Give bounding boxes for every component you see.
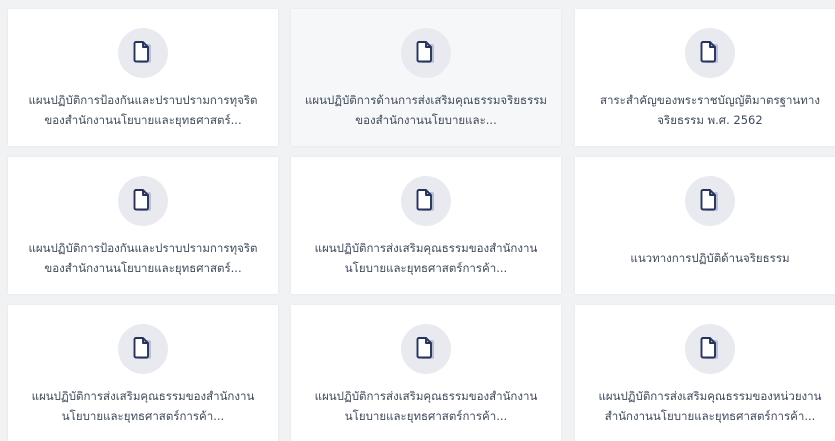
document-icon: [685, 324, 735, 374]
document-title: แนวทางการปฏิบัติด้านจริยธรรม: [630, 251, 790, 265]
document-title: แผนปฏิบัติการด้านการส่งเสริมคุณธรรมจริยธ…: [304, 93, 548, 127]
document-title: สาระสำคัญของพระราชบัญญัติมาตรฐานทางจริยธ…: [600, 93, 820, 127]
document-icon: [118, 28, 168, 78]
document-card[interactable]: แผนปฏิบัติการส่งเสริมคุณธรรมของหน่วยงาน …: [575, 305, 835, 441]
document-icon: [118, 324, 168, 374]
document-card[interactable]: แผนปฏิบัติการส่งเสริมคุณธรรมของสำนักงานน…: [291, 157, 561, 294]
document-icon: [118, 176, 168, 226]
document-title: แผนปฏิบัติการส่งเสริมคุณธรรมของหน่วยงาน …: [598, 389, 822, 423]
document-title: แผนปฏิบัติการส่งเสริมคุณธรรมของสำนักงานน…: [31, 389, 255, 423]
document-icon: [401, 28, 451, 78]
document-grid: แผนปฏิบัติการป้องกันและปราบปรามการทุจริต…: [0, 0, 835, 441]
document-card[interactable]: แผนปฏิบัติการป้องกันและปราบปรามการทุจริต…: [8, 157, 278, 294]
document-card[interactable]: แผนปฏิบัติการส่งเสริมคุณธรรมของสำนักงานน…: [291, 305, 561, 441]
document-card[interactable]: สาระสำคัญของพระราชบัญญัติมาตรฐานทางจริยธ…: [575, 9, 835, 146]
document-icon: [401, 324, 451, 374]
document-card[interactable]: แผนปฏิบัติการด้านการส่งเสริมคุณธรรมจริยธ…: [291, 9, 561, 146]
document-icon: [685, 28, 735, 78]
document-card[interactable]: แผนปฏิบัติการส่งเสริมคุณธรรมของสำนักงานน…: [8, 305, 278, 441]
document-card[interactable]: แนวทางการปฏิบัติด้านจริยธรรม: [575, 157, 835, 294]
document-title: แผนปฏิบัติการป้องกันและปราบปรามการทุจริต…: [28, 241, 258, 275]
document-title: แผนปฏิบัติการป้องกันและปราบปรามการทุจริต…: [28, 93, 258, 127]
document-icon: [401, 176, 451, 226]
document-card[interactable]: แผนปฏิบัติการป้องกันและปราบปรามการทุจริต…: [8, 9, 278, 146]
document-title: แผนปฏิบัติการส่งเสริมคุณธรรมของสำนักงานน…: [314, 241, 538, 275]
document-title: แผนปฏิบัติการส่งเสริมคุณธรรมของสำนักงานน…: [314, 389, 538, 423]
document-icon: [685, 176, 735, 226]
